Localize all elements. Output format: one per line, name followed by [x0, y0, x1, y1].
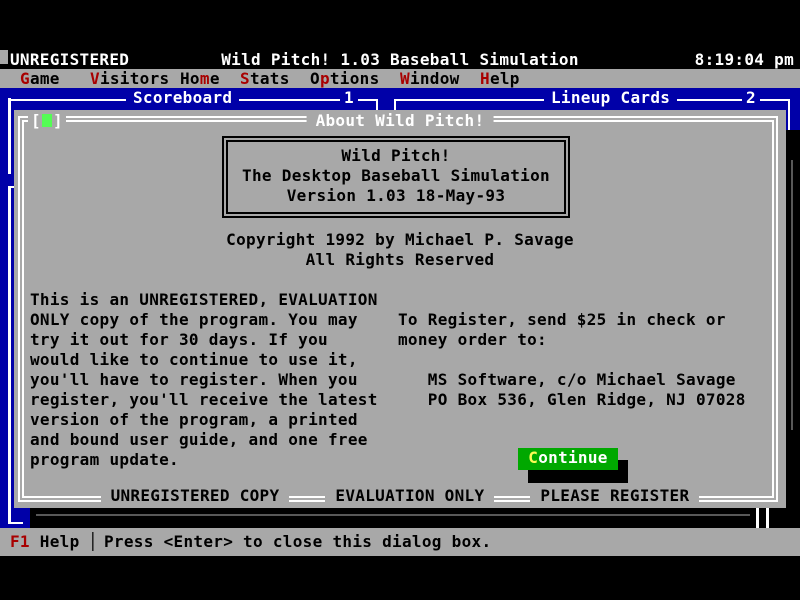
menu-stats[interactable]: Stats: [240, 69, 290, 89]
menu-game[interactable]: Game: [20, 69, 60, 89]
window-border-fragment: [766, 508, 769, 528]
program-info-box: Wild Pitch! The Desktop Baseball Simulat…: [222, 136, 570, 218]
menu-window[interactable]: Window: [400, 69, 460, 89]
evaluation-paragraph: This is an UNREGISTERED, EVALUATION ONLY…: [30, 290, 378, 470]
dialog-shadow-bottom: [30, 508, 786, 528]
badge-unregistered: UNREGISTERED COPY: [101, 486, 290, 506]
title-bar: UNREGISTERED Wild Pitch! 1.03 Baseball S…: [0, 50, 800, 69]
register-address: PO Box 536, Glen Ridge, NJ 07028: [398, 390, 746, 410]
copyright-block: Copyright 1992 by Michael P. Savage All …: [14, 230, 786, 270]
badge-register: PLEASE REGISTER: [530, 486, 699, 506]
status-bar: F1 Help │ Press <Enter> to close this di…: [0, 528, 800, 556]
clock: 8:19:04 pm: [695, 50, 794, 70]
menu-home[interactable]: Home: [180, 69, 220, 89]
left-frame-fragment: [8, 522, 23, 524]
continue-button[interactable]: Continue: [518, 448, 618, 470]
status-separator: │: [88, 528, 98, 556]
lineup-window-title[interactable]: Lineup Cards: [544, 88, 677, 108]
status-message: Press <Enter> to close this dialog box.: [104, 528, 491, 556]
left-frame-fragment: [8, 186, 11, 524]
scoreboard-window-title[interactable]: Scoreboard: [126, 88, 239, 108]
program-name: Wild Pitch!: [228, 146, 564, 166]
paragraph-line: and bound user guide, and one free: [30, 430, 378, 450]
screen-edge-artifact: [0, 50, 8, 64]
paragraph-line: try it out for 30 days. If you: [30, 330, 378, 350]
badge-evaluation: EVALUATION ONLY: [325, 486, 494, 506]
menu-bar: Game Visitors Home Stats Options Window …: [0, 69, 800, 88]
window-border-fragment: [756, 508, 759, 528]
program-subtitle: The Desktop Baseball Simulation: [228, 166, 564, 186]
shadowed-border-line: [791, 160, 793, 430]
shadowed-border-line: [36, 514, 750, 516]
menu-options[interactable]: Options: [310, 69, 380, 89]
left-frame-fragment: [8, 98, 11, 174]
scoreboard-window-border: Scoreboard 1: [8, 99, 378, 101]
paragraph-line: version of the program, a printed: [30, 410, 378, 430]
register-info: To Register, send $25 in check or money …: [398, 310, 746, 410]
paragraph-line: program update.: [30, 450, 378, 470]
lineup-window-border: Lineup Cards 2: [394, 99, 790, 101]
register-address: MS Software, c/o Michael Savage: [398, 370, 746, 390]
paragraph-line: This is an UNREGISTERED, EVALUATION: [30, 290, 378, 310]
paragraph-line: would like to continue to use it,: [30, 350, 378, 370]
copyright-line: Copyright 1992 by Michael P. Savage: [14, 230, 786, 250]
f1-help-shortcut[interactable]: F1 Help: [10, 528, 80, 556]
paragraph-line: register, you'll receive the latest: [30, 390, 378, 410]
close-icon[interactable]: []: [28, 111, 66, 131]
dialog-title: About Wild Pitch!: [307, 111, 494, 131]
app-title: Wild Pitch! 1.03 Baseball Simulation: [0, 50, 800, 70]
menu-help[interactable]: Help: [480, 69, 520, 89]
register-line: [398, 350, 746, 370]
program-version: Version 1.03 18-May-93: [228, 186, 564, 206]
dialog-footer-badges: UNREGISTERED COPY EVALUATION ONLY PLEASE…: [14, 486, 786, 506]
menu-visitors[interactable]: Visitors: [90, 69, 169, 89]
lineup-window-number[interactable]: 2: [742, 88, 760, 108]
about-dialog: [] About Wild Pitch! Wild Pitch! The Des…: [14, 110, 786, 508]
paragraph-line: ONLY copy of the program. You may: [30, 310, 378, 330]
lineup-corner-right: [788, 99, 790, 131]
register-line: To Register, send $25 in check or: [398, 310, 746, 330]
rights-line: All Rights Reserved: [14, 250, 786, 270]
register-line: money order to:: [398, 330, 746, 350]
dialog-shadow-right: [786, 130, 800, 528]
scoreboard-window-number[interactable]: 1: [340, 88, 358, 108]
close-box-glyph: [42, 114, 52, 127]
paragraph-line: you'll have to register. When you: [30, 370, 378, 390]
